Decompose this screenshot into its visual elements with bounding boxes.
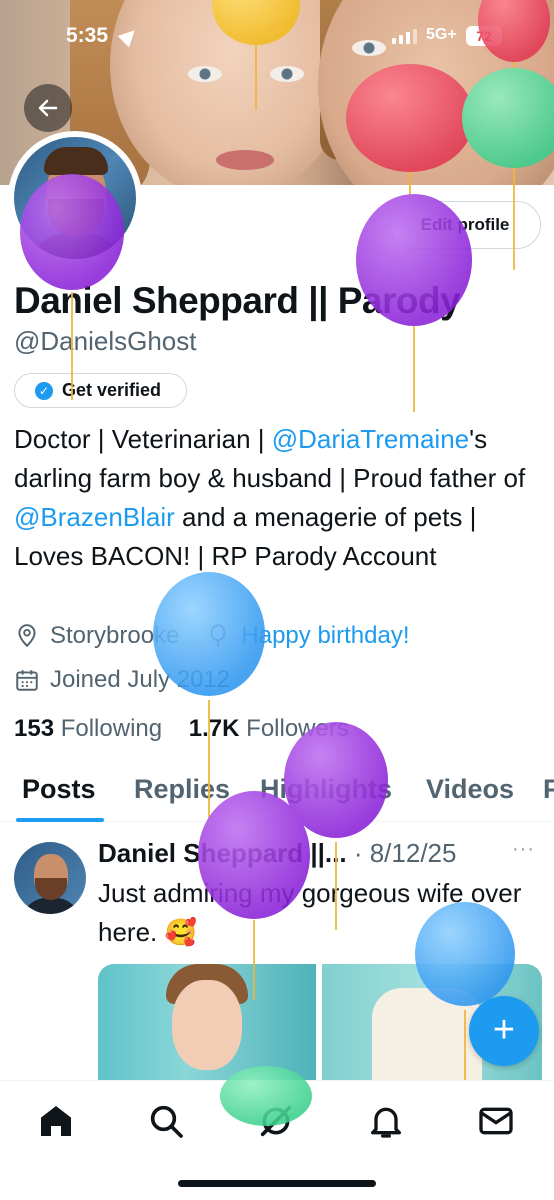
location-arrow-icon: [117, 24, 141, 48]
post-separator: ·: [346, 838, 370, 868]
photo-face: [172, 980, 242, 1070]
post-date[interactable]: 8/12/25: [370, 838, 457, 868]
profile-meta-location-row: Storybrooke Happy birthday!: [14, 622, 410, 650]
status-bar: 5:35 5G+ 72: [0, 0, 554, 70]
grok-icon[interactable]: [256, 1101, 296, 1141]
edit-profile-button[interactable]: Edit profile: [389, 201, 541, 249]
envelope-icon[interactable]: [476, 1101, 516, 1141]
post-header: Daniel Sheppard ||... · 8/12/25: [98, 838, 456, 869]
profile-tabs: Posts Replies Highlights Videos P: [0, 770, 554, 822]
tab-videos[interactable]: Videos: [426, 774, 514, 805]
active-tab-indicator: [16, 818, 104, 822]
arrow-left-icon: [38, 99, 58, 117]
tab-posts[interactable]: Posts: [22, 774, 96, 805]
post-photo[interactable]: [98, 964, 316, 1084]
get-verified-button[interactable]: ✓ Get verified: [14, 373, 187, 408]
following-link[interactable]: 153 Following: [14, 715, 162, 742]
photo-dress: [372, 988, 482, 1084]
profile-bio: Doctor | Veterinarian | @DariaTremaine's…: [14, 420, 544, 576]
profile-location: Storybrooke: [50, 622, 180, 649]
profile-avatar[interactable]: [14, 137, 136, 259]
follow-stats: 153 Following 1.7K Followers: [14, 715, 349, 743]
network-type: 5G+: [426, 26, 457, 43]
tab-more[interactable]: P: [543, 774, 554, 805]
post-avatar-beard: [35, 878, 67, 900]
banner-lips: [216, 150, 274, 170]
location-pin-icon: [18, 624, 36, 648]
status-time: 5:35: [66, 24, 109, 47]
bell-icon[interactable]: [366, 1101, 406, 1141]
followers-link[interactable]: 1.7K Followers: [189, 715, 349, 742]
following-count: 153: [14, 715, 55, 742]
post-avatar-body: [22, 898, 80, 914]
compose-button[interactable]: +: [469, 996, 539, 1066]
bio-mention-blair[interactable]: @BrazenBlair: [14, 502, 175, 532]
more-icon[interactable]: ···: [512, 838, 535, 861]
battery-level: 72: [466, 26, 502, 46]
post-avatar[interactable]: [14, 842, 86, 914]
followers-label: Followers: [246, 715, 349, 742]
balloon-icon: [210, 624, 226, 647]
joined-date: Joined July 2012: [50, 666, 231, 693]
bio-mention-daria[interactable]: @DariaTremaine: [272, 424, 469, 454]
user-handle: @DanielsGhost: [14, 326, 197, 356]
avatar-beard: [48, 199, 104, 237]
post-text: Just admiring my gorgeous wife over here…: [98, 878, 522, 947]
birthday-text[interactable]: Happy birthday!: [241, 622, 409, 650]
bio-text: Doctor | Veterinarian |: [14, 424, 272, 454]
display-name: Daniel Sheppard || Parody: [14, 280, 461, 321]
tab-highlights[interactable]: Highlights: [260, 774, 392, 805]
profile-meta-joined-row: Joined July 2012: [14, 666, 230, 694]
calendar-icon: [16, 670, 38, 691]
search-icon[interactable]: [146, 1101, 186, 1141]
avatar-hair: [44, 147, 108, 175]
home-indicator: [178, 1180, 376, 1187]
home-icon[interactable]: [36, 1101, 76, 1141]
post-author[interactable]: Daniel Sheppard ||...: [98, 838, 347, 868]
signal-icon: [392, 28, 417, 44]
back-button[interactable]: [24, 84, 72, 132]
followers-count: 1.7K: [188, 715, 240, 742]
verified-badge-icon: ✓: [35, 381, 53, 400]
tab-replies[interactable]: Replies: [134, 774, 230, 805]
following-label: Following: [60, 715, 163, 742]
get-verified-label: Get verified: [62, 380, 162, 400]
